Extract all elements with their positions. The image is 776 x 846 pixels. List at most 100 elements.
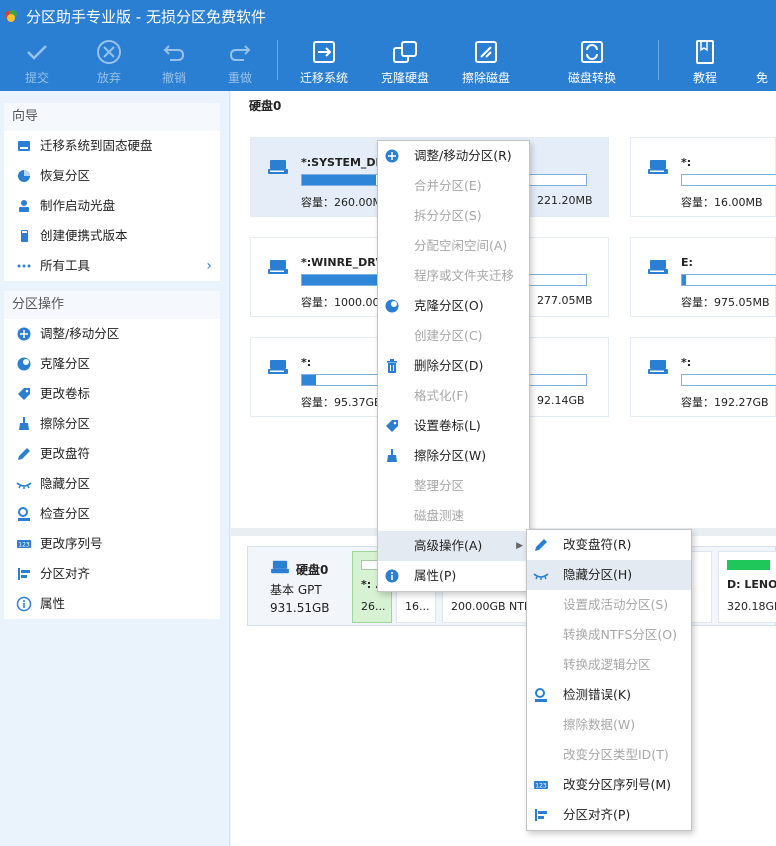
partition-ops-panel: 分区操作 调整/移动分区 克隆分区 更改卷标 擦除分区 更改盘符 隐藏分区 检查… (4, 291, 220, 619)
partition-name: *:WINRE_DRV (301, 256, 385, 269)
toolbar: 提交 放弃 撤销 重做 迁移系统 克隆硬盘 擦除磁盘 磁盘转换 教程 免 (0, 32, 776, 91)
partition-card[interactable]: E: 容量：975.05MB (630, 237, 776, 317)
sidebar-item-label: 属性 (40, 596, 66, 611)
undo-icon (163, 45, 185, 61)
undo-button[interactable]: 撤销 (151, 32, 197, 91)
sidebar-item-clone[interactable]: 克隆分区 (4, 349, 220, 379)
menu-item-create[interactable]: 创建分区(C) (378, 321, 529, 351)
menu-item-speed-test[interactable]: 磁盘测速 (378, 501, 529, 531)
sidebar-item-recover[interactable]: 恢复分区 (4, 161, 220, 191)
align-icon (18, 568, 30, 580)
menu-item-allocate[interactable]: 分配空闲空间(A) (378, 231, 529, 261)
submenu-item-align[interactable]: 分区对齐(P) (527, 800, 691, 830)
segment-value: 320.18GB (727, 600, 776, 613)
hard-drive-icon (268, 160, 288, 174)
svg-text:123: 123 (18, 542, 30, 549)
commit-button[interactable]: 提交 (14, 32, 60, 91)
pen-icon (18, 448, 30, 460)
menu-item-wipe[interactable]: 擦除分区(W) (378, 441, 529, 471)
menu-item-resize[interactable]: 调整/移动分区(R) (378, 141, 529, 171)
submenu-item-hide[interactable]: 隐藏分区(H) (527, 560, 691, 590)
usage-fill (302, 175, 376, 185)
convert-disk-button[interactable]: 磁盘转换 (560, 32, 624, 91)
sidebar-item-hide[interactable]: 隐藏分区 (4, 469, 220, 499)
menu-item-set-label[interactable]: 设置卷标(L) (378, 411, 529, 441)
redo-button[interactable]: 重做 (217, 32, 263, 91)
sidebar-item-resize[interactable]: 调整/移动分区 (4, 319, 220, 349)
submenu-item-serial[interactable]: 123 改变分区序列号(M) (527, 770, 691, 800)
usage-fill (302, 375, 317, 385)
menu-item-label: 改变盘符(R) (563, 537, 632, 552)
hard-drive-icon (648, 360, 668, 374)
sidebar-item-all-tools[interactable]: 所有工具 › (4, 251, 220, 281)
segment-value: 26... (361, 600, 386, 613)
disk-map-header[interactable]: 硬盘0 基本 GPT 931.51GB (248, 547, 350, 625)
sidebar-item-boot-disc[interactable]: 制作启动光盘 (4, 191, 220, 221)
sidebar-item-check[interactable]: 检查分区 (4, 499, 220, 529)
recover-icon (18, 170, 30, 182)
partition-used: 92.14GB (537, 394, 585, 407)
submenu-item-to-ntfs[interactable]: 转换成NTFS分区(O) (527, 620, 691, 650)
migrate-disk-icon (313, 41, 335, 63)
menu-item-advanced[interactable]: 高级操作(A) ▶ (378, 531, 529, 561)
sidebar-item-label: 隐藏分区 (40, 476, 91, 491)
partition-name: *: (681, 156, 692, 169)
migrate-icon (18, 141, 30, 151)
menu-item-label: 格式化(F) (414, 388, 469, 403)
submenu-item-to-logical[interactable]: 转换成逻辑分区 (527, 650, 691, 680)
sidebar: 向导 迁移系统到固态硬盘 恢复分区 制作启动光盘 创建便携式版本 所有工具 › … (0, 91, 230, 846)
submenu-item-wipe-data[interactable]: 擦除数据(W) (527, 710, 691, 740)
partition-card[interactable]: *: 容量：16.00MB (630, 137, 776, 217)
partition-card[interactable]: *: 容量：192.27GB (630, 337, 776, 417)
menu-item-app-migrate[interactable]: 程序或文件夹迁移 (378, 261, 529, 291)
partition-capacity: 容量：16.00MB (681, 196, 763, 209)
menu-item-format[interactable]: 格式化(F) (378, 381, 529, 411)
tutorial-button[interactable]: 教程 (680, 32, 730, 91)
menu-item-label: 合并分区(E) (414, 178, 482, 193)
menu-item-label: 属性(P) (414, 568, 457, 583)
disk-type: 基本 GPT (270, 583, 322, 597)
submenu-item-type-id[interactable]: 改变分区类型ID(T) (527, 740, 691, 770)
submenu-item-change-letter[interactable]: 改变盘符(R) (527, 530, 691, 560)
free-label: 免 (756, 71, 769, 85)
chevron-right-icon: › (206, 258, 212, 274)
convert-disk-label: 磁盘转换 (567, 71, 616, 85)
tutorial-label: 教程 (692, 71, 717, 85)
free-button[interactable]: 免 (756, 32, 776, 91)
menu-item-split[interactable]: 拆分分区(S) (378, 201, 529, 231)
disk-segment[interactable]: D: LENOVO 320.18GB (718, 551, 776, 623)
menu-item-defrag[interactable]: 整理分区 (378, 471, 529, 501)
wipe-disk-button[interactable]: 擦除磁盘 (454, 32, 518, 91)
discard-button[interactable]: 放弃 (86, 32, 132, 91)
sidebar-item-drive-letter[interactable]: 更改盘符 (4, 439, 220, 469)
clone-disk-button[interactable]: 克隆硬盘 (373, 32, 437, 91)
book-icon (696, 40, 714, 64)
menu-item-clone[interactable]: 克隆分区(O) (378, 291, 529, 321)
menu-item-label: 分区对齐(P) (563, 807, 631, 822)
menu-item-properties[interactable]: 属性(P) (378, 561, 529, 591)
menu-item-merge[interactable]: 合并分区(E) (378, 171, 529, 201)
wizard-title: 向导 (4, 103, 220, 131)
submenu-item-set-active[interactable]: 设置成活动分区(S) (527, 590, 691, 620)
sidebar-item-align[interactable]: 分区对齐 (4, 559, 220, 589)
sidebar-item-label-change[interactable]: 更改卷标 (4, 379, 220, 409)
menu-item-label: 删除分区(D) (414, 358, 484, 373)
sidebar-item-wipe[interactable]: 擦除分区 (4, 409, 220, 439)
submenu-item-check-errors[interactable]: 检测错误(K) (527, 680, 691, 710)
menu-item-delete[interactable]: 删除分区(D) (378, 351, 529, 381)
sidebar-item-portable[interactable]: 创建便携式版本 (4, 221, 220, 251)
sidebar-item-properties[interactable]: 属性 (4, 589, 220, 619)
partition-name: *: (301, 356, 312, 369)
partition-capacity: 容量：975.05MB (681, 296, 770, 309)
serial-icon: 123 (17, 540, 31, 549)
clone-icon (17, 357, 31, 371)
migrate-os-button[interactable]: 迁移系统 (292, 32, 356, 91)
wizard-panel: 向导 迁移系统到固态硬盘 恢复分区 制作启动光盘 创建便携式版本 所有工具 › (4, 103, 220, 281)
sidebar-item-migrate-os[interactable]: 迁移系统到固态硬盘 (4, 131, 220, 161)
advanced-submenu: 改变盘符(R) 隐藏分区(H) 设置成活动分区(S) 转换成NTFS分区(O) … (526, 529, 692, 831)
sidebar-item-serial[interactable]: 123 更改序列号 (4, 529, 220, 559)
clone-icon (385, 299, 399, 313)
check-icon (18, 507, 30, 521)
hard-drive-icon (648, 260, 668, 274)
menu-item-label: 擦除数据(W) (563, 717, 636, 732)
